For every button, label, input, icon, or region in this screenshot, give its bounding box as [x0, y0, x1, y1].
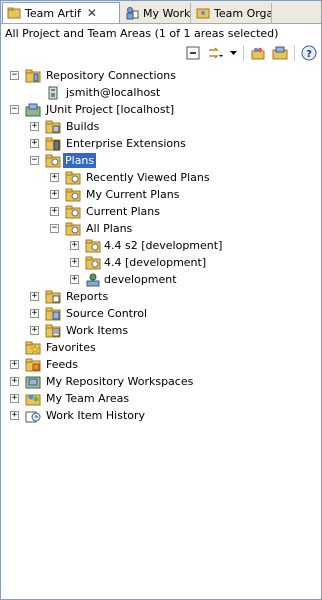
plan-query-icon — [65, 188, 81, 201]
expand-toggle[interactable]: + — [30, 326, 39, 335]
feeds-icon — [25, 358, 41, 371]
team-artifacts-view: Team Artif ✕ My Work Team Orga All Proje… — [0, 0, 322, 600]
expand-toggle[interactable]: + — [30, 122, 39, 131]
expand-toggle[interactable]: + — [10, 394, 19, 403]
favorites-icon — [25, 341, 41, 354]
tree-item-label: Enterprise Extensions — [66, 137, 186, 150]
tab-my-work[interactable]: My Work — [121, 3, 191, 23]
tree-item-label: 4.4 [development] — [104, 256, 207, 269]
toolbar-separator — [294, 45, 295, 61]
history-icon — [25, 411, 41, 422]
repository-connection-icon — [48, 86, 58, 99]
expand-toggle[interactable]: + — [70, 275, 79, 284]
collapse-toggle[interactable]: − — [30, 156, 39, 165]
expand-toggle[interactable]: + — [70, 241, 79, 250]
plan-query-icon — [65, 222, 81, 235]
collapse-toggle[interactable]: − — [10, 71, 19, 80]
expand-toggle[interactable]: + — [50, 190, 59, 199]
tab-label: Team Artif — [25, 6, 81, 20]
svg-text:?: ? — [306, 49, 312, 60]
close-icon[interactable]: ✕ — [87, 6, 97, 20]
tree-item-label: Favorites — [46, 341, 96, 354]
my-work-icon — [126, 7, 139, 20]
tab-label: Team Orga — [214, 6, 272, 20]
collapse-toggle[interactable]: − — [10, 105, 19, 114]
tree-item-label: Source Control — [66, 307, 148, 320]
project-area-icon[interactable] — [272, 45, 288, 61]
tree-item-label: Reports — [66, 290, 109, 303]
work-items-icon — [45, 324, 61, 337]
team-area-icon[interactable] — [250, 45, 266, 61]
tab-bar: Team Artif ✕ My Work Team Orga — [1, 1, 321, 24]
expand-toggle[interactable]: + — [30, 139, 39, 148]
link-with-editor-icon[interactable] — [207, 45, 223, 61]
tab-team-organization[interactable]: Team Orga — [192, 3, 272, 23]
tree-item-label: Feeds — [46, 358, 78, 371]
tab-label: My Work — [143, 6, 191, 20]
tree-item-label: My Current Plans — [86, 188, 180, 201]
tree-item-label: Recently Viewed Plans — [86, 171, 210, 184]
tree-item-label: Repository Connections — [46, 69, 176, 82]
plan-icon — [85, 256, 101, 269]
status-text: All Project and Team Areas (1 of 1 areas… — [5, 27, 279, 40]
tree-item-label: jsmith@localhost — [66, 86, 161, 99]
tree-item-label: Work Item History — [46, 409, 146, 422]
tree-item-label: development — [104, 273, 177, 286]
toolbar-separator — [243, 45, 244, 61]
plans-folder-icon — [45, 154, 61, 167]
expand-toggle[interactable]: + — [30, 309, 39, 318]
builds-folder-icon — [45, 120, 61, 133]
expand-toggle[interactable]: + — [10, 377, 19, 386]
repository-icon — [25, 69, 41, 82]
view-toolbar: ? — [185, 43, 317, 63]
expand-toggle[interactable]: + — [70, 258, 79, 267]
tree-item-label: Work Items — [66, 324, 129, 337]
team-areas-icon — [25, 394, 41, 405]
plan-icon — [85, 239, 101, 252]
plan-query-icon — [65, 171, 81, 184]
tree-item-label: All Plans — [86, 222, 133, 235]
tree-item-label: 4.4 s2 [development] — [104, 239, 223, 252]
tab-team-artifacts[interactable]: Team Artif ✕ — [2, 2, 120, 23]
tree-item-label: My Team Areas — [46, 392, 130, 405]
plan-query-icon — [65, 205, 81, 218]
view-menu-icon[interactable] — [229, 45, 237, 61]
collapse-all-icon[interactable] — [185, 45, 201, 61]
team-artifacts-icon — [7, 7, 21, 19]
source-control-icon — [45, 307, 61, 320]
tree-item-label: Current Plans — [86, 205, 160, 218]
help-icon[interactable]: ? — [301, 45, 317, 61]
expand-toggle[interactable]: + — [30, 292, 39, 301]
repository-workspace-icon — [25, 376, 41, 388]
tree-item-label: JUnit Project [localhost] — [46, 103, 175, 116]
collapse-toggle[interactable]: − — [50, 224, 59, 233]
tree-item-label: My Repository Workspaces — [46, 375, 194, 388]
expand-toggle[interactable]: + — [50, 207, 59, 216]
expand-toggle[interactable]: + — [50, 173, 59, 182]
tree-item-label: Plans — [63, 153, 97, 168]
team-organization-icon — [196, 8, 210, 19]
expand-toggle[interactable]: + — [10, 411, 19, 420]
expand-toggle[interactable]: + — [10, 360, 19, 369]
project-area-icon — [25, 103, 41, 116]
reports-folder-icon — [45, 290, 61, 303]
tree-item-label: Builds — [66, 120, 100, 133]
timeline-icon — [86, 273, 100, 286]
enterprise-extensions-icon — [45, 137, 61, 150]
